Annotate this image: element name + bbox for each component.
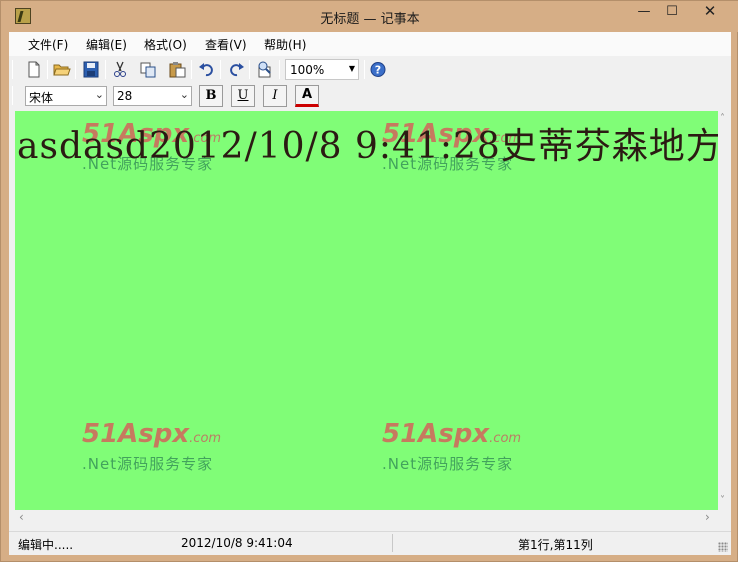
paste-icon[interactable] bbox=[168, 61, 186, 78]
resize-grip-icon[interactable] bbox=[718, 542, 728, 552]
open-folder-icon[interactable] bbox=[53, 61, 71, 78]
maximize-button[interactable]: ☐ bbox=[658, 1, 686, 22]
menu-file[interactable]: 文件(F) bbox=[28, 36, 68, 52]
status-timestamp: 2012/10/8 9:41:04 bbox=[181, 536, 293, 550]
minimize-button[interactable]: — bbox=[631, 1, 657, 22]
font-color-button[interactable]: A bbox=[295, 85, 319, 107]
menu-format[interactable]: 格式(O) bbox=[144, 36, 187, 52]
watermark-subtitle: .Net源码服务专家 bbox=[82, 455, 214, 473]
scroll-right-icon[interactable]: › bbox=[705, 510, 710, 524]
watermark: 51Aspx.com .Net源码服务专家 bbox=[382, 419, 542, 479]
close-button[interactable]: ✕ bbox=[687, 1, 733, 22]
toolbar-separator bbox=[249, 60, 250, 79]
underline-button[interactable]: U bbox=[231, 85, 255, 107]
zoom-combo[interactable]: 100% ▼ bbox=[285, 59, 359, 80]
chevron-down-icon[interactable]: ⌄ bbox=[95, 88, 104, 101]
editor-content[interactable]: asdasd2012/10/8 9:41:28史蒂芬森地方 bbox=[17, 117, 718, 169]
toolbar-separator bbox=[105, 60, 106, 79]
format-toolbar: 宋体 ⌄ 28 ⌄ B U I A bbox=[9, 82, 731, 110]
watermark-logo: 51Aspx.com bbox=[82, 419, 222, 449]
toolbar-separator bbox=[75, 60, 76, 79]
toolbar-grip bbox=[12, 86, 13, 105]
zoom-value: 100% bbox=[290, 63, 325, 77]
chevron-down-icon[interactable]: ⌄ bbox=[180, 88, 189, 101]
save-icon[interactable] bbox=[82, 61, 100, 78]
standard-toolbar: 100% ▼ ? bbox=[9, 56, 731, 82]
toolbar-grip bbox=[12, 60, 13, 79]
redo-icon[interactable] bbox=[227, 61, 245, 78]
vertical-scrollbar[interactable]: ˄ ˅ bbox=[718, 111, 731, 510]
find-icon[interactable] bbox=[256, 61, 274, 78]
watermark-logo: 51Aspx.com bbox=[382, 419, 522, 449]
text-editor[interactable]: 51Aspx.com .Net源码服务专家 51Aspx.com .Net源码服… bbox=[15, 111, 718, 510]
dropdown-arrow-icon[interactable]: ▼ bbox=[349, 64, 355, 73]
font-name-value: 宋体 bbox=[29, 91, 54, 105]
menu-edit[interactable]: 编辑(E) bbox=[86, 36, 127, 52]
status-mode: 编辑中..... bbox=[18, 538, 74, 552]
cut-icon[interactable] bbox=[111, 61, 129, 78]
font-name-select[interactable]: 宋体 ⌄ bbox=[25, 86, 107, 106]
toolbar-separator bbox=[191, 60, 192, 79]
watermark-subtitle: .Net源码服务专家 bbox=[382, 455, 514, 473]
menu-help[interactable]: 帮助(H) bbox=[264, 36, 306, 52]
toolbar-separator bbox=[279, 60, 280, 79]
window-title: 无标题 — 记事本 bbox=[320, 12, 420, 27]
status-bar: 编辑中..... 2012/10/8 9:41:04 第1行,第11列 bbox=[9, 531, 731, 555]
horizontal-scrollbar[interactable]: ‹ › bbox=[15, 510, 718, 524]
undo-icon[interactable] bbox=[198, 61, 216, 78]
watermark: 51Aspx.com .Net源码服务专家 bbox=[82, 419, 242, 479]
toolbar-separator bbox=[364, 60, 365, 79]
copy-icon[interactable] bbox=[139, 61, 157, 78]
notepad-window: 无标题 — 记事本 — ☐ ✕ 文件(F) 编辑(E) 格式(O) 查看(V) … bbox=[0, 0, 738, 562]
help-icon[interactable]: ? bbox=[369, 61, 387, 78]
scroll-left-icon[interactable]: ‹ bbox=[19, 510, 24, 524]
scroll-up-icon[interactable]: ˄ bbox=[720, 113, 725, 124]
svg-text:?: ? bbox=[375, 64, 381, 77]
menu-bar: 文件(F) 编辑(E) 格式(O) 查看(V) 帮助(H) bbox=[9, 32, 731, 56]
font-size-value: 28 bbox=[117, 89, 133, 103]
status-cursor-position: 第1行,第11列 bbox=[518, 538, 593, 552]
new-document-icon[interactable] bbox=[25, 61, 43, 78]
bold-button[interactable]: B bbox=[199, 85, 223, 107]
italic-button[interactable]: I bbox=[263, 85, 287, 107]
title-bar[interactable]: 无标题 — 记事本 — ☐ ✕ bbox=[1, 1, 738, 32]
status-separator bbox=[392, 534, 393, 552]
font-size-select[interactable]: 28 ⌄ bbox=[113, 86, 192, 106]
client-area: 文件(F) 编辑(E) 格式(O) 查看(V) 帮助(H) 100% ▼ ? 宋… bbox=[9, 32, 731, 555]
menu-view[interactable]: 查看(V) bbox=[205, 36, 247, 52]
toolbar-separator bbox=[47, 60, 48, 79]
scroll-down-icon[interactable]: ˅ bbox=[720, 495, 725, 506]
toolbar-separator bbox=[220, 60, 221, 79]
